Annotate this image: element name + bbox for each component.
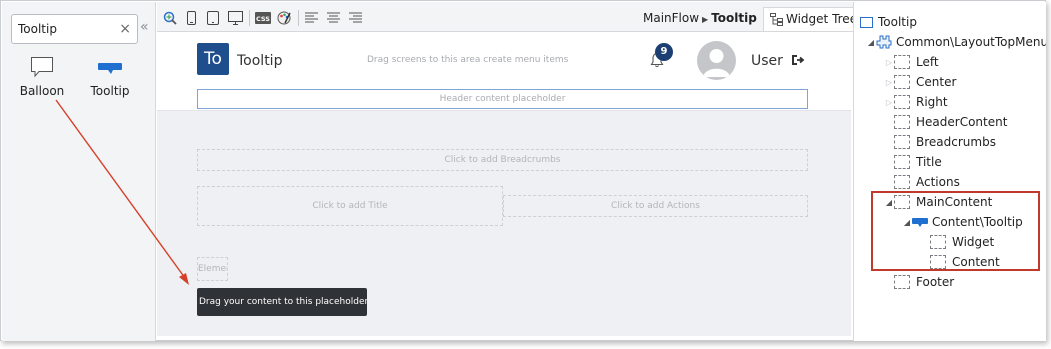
app-title: Tooltip bbox=[237, 53, 283, 69]
placeholder-icon bbox=[894, 115, 910, 129]
app-header: To Tooltip Drag screens to this area cre… bbox=[157, 33, 851, 111]
tree-node-label: Center bbox=[916, 75, 957, 89]
collapsed-icon[interactable]: ▷ bbox=[884, 78, 894, 87]
placeholder-icon bbox=[894, 175, 910, 189]
placeholder-icon bbox=[894, 55, 910, 69]
toolbar-divider bbox=[298, 10, 299, 26]
align-justify-icon[interactable] bbox=[349, 11, 362, 25]
breadcrumbs-placeholder[interactable]: Click to add Breadcrumbs bbox=[197, 149, 808, 171]
collapsed-icon[interactable]: ▷ bbox=[884, 98, 894, 107]
screen-breadcrumb: MainFlow ▶ Tooltip bbox=[643, 11, 757, 25]
balloon-icon bbox=[12, 54, 72, 80]
collapsed-icon[interactable]: ▷ bbox=[884, 58, 894, 67]
block-icon bbox=[876, 35, 892, 49]
tree-node-label: Title bbox=[916, 155, 942, 169]
palette-search-input[interactable] bbox=[18, 20, 114, 38]
tablet-icon[interactable] bbox=[207, 11, 219, 25]
tree-node-label: Common\LayoutTopMenu bbox=[896, 35, 1046, 49]
tooltip-icon bbox=[80, 54, 140, 80]
tree-node-title[interactable]: Title bbox=[894, 152, 942, 172]
tree-node-label: Actions bbox=[916, 175, 960, 189]
menu-drop-hint[interactable]: Drag screens to this area create menu it… bbox=[367, 55, 568, 65]
tab-widget-tree[interactable]: Widget Tree bbox=[763, 7, 857, 31]
app-logo: To bbox=[197, 43, 229, 75]
placeholder-icon bbox=[894, 135, 910, 149]
css-icon-label: CSS bbox=[256, 15, 270, 23]
tooltip-content-placeholder[interactable]: Drag your content to this placeholder. bbox=[197, 288, 367, 316]
highlight-annotation bbox=[871, 191, 1040, 271]
toolbar-divider bbox=[249, 10, 250, 26]
placeholder-icon bbox=[894, 155, 910, 169]
theme-palette-icon[interactable] bbox=[277, 11, 292, 25]
phone-icon[interactable] bbox=[187, 11, 196, 25]
palette-search[interactable]: × bbox=[11, 14, 138, 44]
widget-palette: × « Balloon Tooltip bbox=[2, 2, 156, 341]
tab-label: Widget Tree bbox=[786, 12, 858, 26]
widget-tree-icon bbox=[770, 13, 783, 29]
tree-root[interactable]: Tooltip bbox=[860, 12, 917, 32]
palette-item-label: Tooltip bbox=[90, 84, 130, 98]
avatar[interactable] bbox=[697, 41, 736, 80]
tree-node-label: Breadcrumbs bbox=[916, 135, 996, 149]
notification-badge: 9 bbox=[655, 43, 673, 61]
actions-placeholder[interactable]: Click to add Actions bbox=[503, 195, 808, 217]
tree-node-label: Footer bbox=[916, 275, 955, 289]
screen-canvas[interactable]: To Tooltip Drag screens to this area cre… bbox=[157, 33, 851, 336]
tree-node-left[interactable]: ▷ Left bbox=[884, 52, 939, 72]
tree-node-label: HeaderContent bbox=[916, 115, 1008, 129]
expanded-icon[interactable]: ◢ bbox=[866, 38, 876, 47]
tree-node-footer[interactable]: Footer bbox=[894, 272, 954, 292]
placeholder-icon bbox=[894, 95, 910, 109]
tree-node-actions[interactable]: Actions bbox=[894, 172, 960, 192]
tree-node-right[interactable]: ▷ Right bbox=[884, 92, 948, 112]
logout-icon[interactable] bbox=[791, 54, 805, 69]
widget-tree-panel: Tooltip ◢ Common\LayoutTopMenu ▷ Left ▷ … bbox=[853, 2, 1046, 341]
title-placeholder[interactable]: Click to add Title bbox=[197, 186, 503, 226]
breadcrumb-separator-icon: ▶ bbox=[702, 15, 709, 24]
placeholder-icon bbox=[894, 75, 910, 89]
breadcrumb-screen[interactable]: Tooltip bbox=[711, 11, 757, 25]
breadcrumb-flow[interactable]: MainFlow bbox=[643, 11, 699, 25]
align-left-icon[interactable] bbox=[305, 11, 318, 25]
palette-item-balloon[interactable]: Balloon bbox=[12, 54, 72, 104]
tree-node-layout[interactable]: ◢ Common\LayoutTopMenu bbox=[866, 32, 1046, 52]
tooltip-widget-placeholder[interactable]: Elemen bbox=[197, 257, 228, 281]
tree-node-label: Right bbox=[916, 95, 948, 109]
placeholder-icon bbox=[894, 275, 910, 289]
preview-icon[interactable] bbox=[163, 11, 177, 25]
tree-node-center[interactable]: ▷ Center bbox=[884, 72, 956, 92]
clear-search-icon[interactable]: × bbox=[119, 20, 131, 38]
tree-node-headercontent[interactable]: HeaderContent bbox=[894, 112, 1007, 132]
palette-item-label: Balloon bbox=[19, 84, 65, 98]
align-center-icon[interactable] bbox=[327, 11, 340, 25]
tree-node-breadcrumbs[interactable]: Breadcrumbs bbox=[894, 132, 996, 152]
user-name[interactable]: User bbox=[751, 53, 783, 69]
tree-node-label: Tooltip bbox=[878, 15, 917, 29]
palette-item-tooltip[interactable]: Tooltip bbox=[80, 54, 140, 104]
collapse-panel-icon[interactable]: « bbox=[140, 19, 149, 35]
screen-icon bbox=[860, 16, 873, 28]
app-window: × « Balloon Tooltip bbox=[0, 0, 1046, 341]
css-icon[interactable]: CSS bbox=[255, 11, 271, 25]
tree-node-label: Left bbox=[916, 55, 939, 69]
header-content-placeholder[interactable]: Header content placeholder bbox=[197, 89, 808, 109]
desktop-icon[interactable] bbox=[228, 11, 243, 25]
